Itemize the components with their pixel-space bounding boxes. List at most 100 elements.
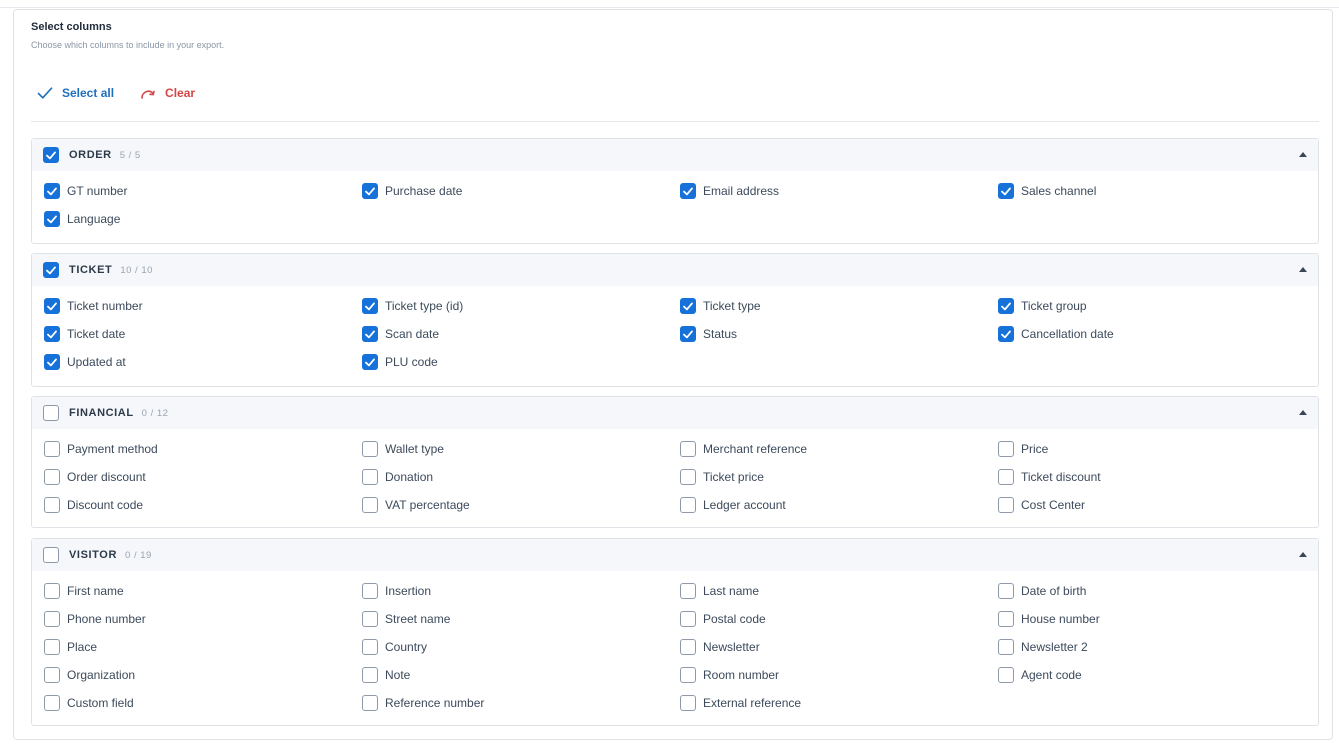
column-checkbox[interactable] xyxy=(680,469,696,485)
column-option[interactable]: Cancellation date xyxy=(998,320,1316,348)
column-option[interactable]: Newsletter xyxy=(680,633,998,661)
column-checkbox[interactable] xyxy=(44,326,60,342)
column-option[interactable]: First name xyxy=(44,577,362,605)
column-checkbox[interactable] xyxy=(680,667,696,683)
column-checkbox[interactable] xyxy=(362,695,378,711)
column-option[interactable]: Street name xyxy=(362,605,680,633)
column-checkbox[interactable] xyxy=(44,667,60,683)
column-option[interactable]: Last name xyxy=(680,577,998,605)
column-checkbox[interactable] xyxy=(998,611,1014,627)
column-option[interactable]: Agent code xyxy=(998,661,1316,689)
column-checkbox[interactable] xyxy=(362,639,378,655)
column-option[interactable]: Phone number xyxy=(44,605,362,633)
column-option[interactable]: Room number xyxy=(680,661,998,689)
group-checkbox-order[interactable] xyxy=(43,147,59,163)
column-option[interactable]: Organization xyxy=(44,661,362,689)
column-option[interactable]: External reference xyxy=(680,689,998,717)
group-header-financial[interactable]: FINANCIAL 0 / 12 xyxy=(32,397,1318,429)
column-option[interactable]: VAT percentage xyxy=(362,491,680,519)
column-option[interactable]: Language xyxy=(44,205,362,233)
column-option[interactable]: GT number xyxy=(44,177,362,205)
column-checkbox[interactable] xyxy=(680,441,696,457)
column-checkbox[interactable] xyxy=(44,183,60,199)
column-option[interactable]: Place xyxy=(44,633,362,661)
group-checkbox-visitor[interactable] xyxy=(43,547,59,563)
column-option[interactable]: Ticket price xyxy=(680,463,998,491)
column-option[interactable]: Newsletter 2 xyxy=(998,633,1316,661)
clear-button[interactable]: Clear xyxy=(140,86,195,100)
column-checkbox[interactable] xyxy=(362,326,378,342)
column-checkbox[interactable] xyxy=(362,469,378,485)
column-option[interactable]: Ticket group xyxy=(998,292,1316,320)
column-option[interactable]: Wallet type xyxy=(362,435,680,463)
column-checkbox[interactable] xyxy=(362,183,378,199)
column-checkbox[interactable] xyxy=(362,497,378,513)
column-option[interactable]: Discount code xyxy=(44,491,362,519)
column-checkbox[interactable] xyxy=(362,354,378,370)
column-checkbox[interactable] xyxy=(998,667,1014,683)
group-checkbox-ticket[interactable] xyxy=(43,262,59,278)
column-checkbox[interactable] xyxy=(362,298,378,314)
column-option[interactable]: PLU code xyxy=(362,348,680,376)
group-header-ticket[interactable]: TICKET 10 / 10 xyxy=(32,254,1318,286)
collapse-caret-icon[interactable] xyxy=(1299,410,1307,415)
column-checkbox[interactable] xyxy=(362,441,378,457)
column-checkbox[interactable] xyxy=(680,183,696,199)
column-option[interactable]: Ticket discount xyxy=(998,463,1316,491)
column-checkbox[interactable] xyxy=(44,211,60,227)
column-checkbox[interactable] xyxy=(44,611,60,627)
column-option[interactable]: Reference number xyxy=(362,689,680,717)
select-all-button[interactable]: Select all xyxy=(37,86,114,100)
column-checkbox[interactable] xyxy=(44,354,60,370)
column-option[interactable]: House number xyxy=(998,605,1316,633)
column-checkbox[interactable] xyxy=(362,583,378,599)
column-option[interactable]: Merchant reference xyxy=(680,435,998,463)
column-checkbox[interactable] xyxy=(44,298,60,314)
column-checkbox[interactable] xyxy=(44,695,60,711)
collapse-caret-icon[interactable] xyxy=(1299,152,1307,157)
column-checkbox[interactable] xyxy=(680,497,696,513)
column-checkbox[interactable] xyxy=(998,469,1014,485)
column-checkbox[interactable] xyxy=(44,639,60,655)
column-checkbox[interactable] xyxy=(680,639,696,655)
column-checkbox[interactable] xyxy=(998,583,1014,599)
column-option[interactable]: Date of birth xyxy=(998,577,1316,605)
column-option[interactable]: Ticket date xyxy=(44,320,362,348)
column-option[interactable]: Order discount xyxy=(44,463,362,491)
column-option[interactable]: Cost Center xyxy=(998,491,1316,519)
column-checkbox[interactable] xyxy=(362,611,378,627)
column-checkbox[interactable] xyxy=(998,326,1014,342)
column-option[interactable]: Note xyxy=(362,661,680,689)
column-checkbox[interactable] xyxy=(998,639,1014,655)
column-option[interactable]: Sales channel xyxy=(998,177,1316,205)
column-checkbox[interactable] xyxy=(680,583,696,599)
column-option[interactable]: Payment method xyxy=(44,435,362,463)
column-checkbox[interactable] xyxy=(998,298,1014,314)
column-option[interactable]: Scan date xyxy=(362,320,680,348)
column-checkbox[interactable] xyxy=(680,298,696,314)
column-option[interactable]: Custom field xyxy=(44,689,362,717)
column-checkbox[interactable] xyxy=(680,611,696,627)
column-option[interactable]: Ledger account xyxy=(680,491,998,519)
group-header-visitor[interactable]: VISITOR 0 / 19 xyxy=(32,539,1318,571)
column-checkbox[interactable] xyxy=(44,497,60,513)
column-checkbox[interactable] xyxy=(998,497,1014,513)
column-checkbox[interactable] xyxy=(680,326,696,342)
column-option[interactable]: Insertion xyxy=(362,577,680,605)
column-checkbox[interactable] xyxy=(44,469,60,485)
column-option[interactable]: Ticket type xyxy=(680,292,998,320)
column-checkbox[interactable] xyxy=(44,441,60,457)
column-option[interactable]: Email address xyxy=(680,177,998,205)
column-option[interactable]: Purchase date xyxy=(362,177,680,205)
column-checkbox[interactable] xyxy=(44,583,60,599)
column-checkbox[interactable] xyxy=(998,441,1014,457)
group-header-order[interactable]: ORDER 5 / 5 xyxy=(32,139,1318,171)
column-checkbox[interactable] xyxy=(680,695,696,711)
collapse-caret-icon[interactable] xyxy=(1299,267,1307,272)
column-option[interactable]: Country xyxy=(362,633,680,661)
column-option[interactable]: Updated at xyxy=(44,348,362,376)
column-checkbox[interactable] xyxy=(998,183,1014,199)
column-option[interactable]: Donation xyxy=(362,463,680,491)
column-option[interactable]: Price xyxy=(998,435,1316,463)
column-option[interactable]: Postal code xyxy=(680,605,998,633)
